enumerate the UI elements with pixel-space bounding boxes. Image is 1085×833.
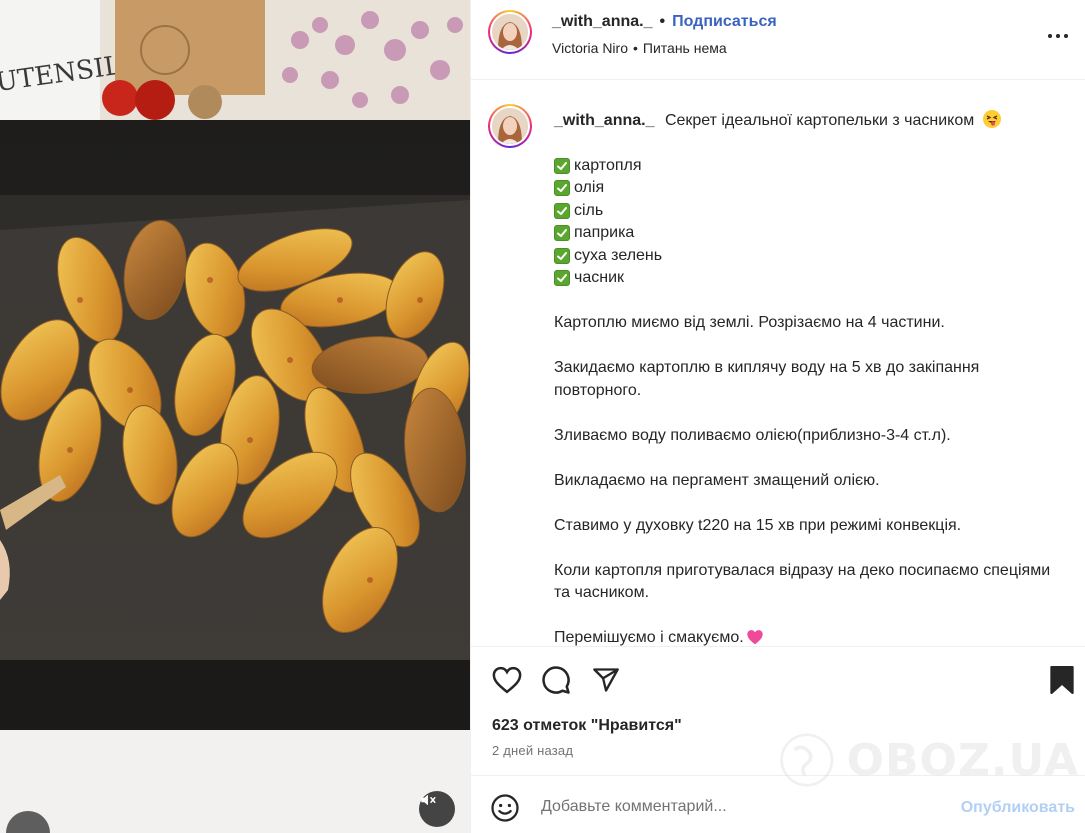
ingredient-label: картопля <box>574 156 642 174</box>
recipe-step: Перемішуємо і смакуємо. <box>554 627 1064 646</box>
heart-icon <box>492 666 522 694</box>
ingredient-item: олія <box>554 177 1064 200</box>
save-button[interactable] <box>1045 663 1079 697</box>
comment-icon <box>542 666 570 694</box>
check-mark-icon <box>554 157 570 174</box>
check-mark-icon <box>554 180 570 197</box>
audio-artist[interactable]: Victoria Niro <box>552 40 628 56</box>
post-header: _with_anna._ • Подписаться Victoria Niro… <box>471 0 1085 80</box>
recipe-steps: Картоплю миємо від землі. Розрізаємо на … <box>554 312 1064 646</box>
ingredient-label: олія <box>574 179 605 196</box>
audio-separator: • <box>633 40 638 56</box>
recipe-step-text: Перемішуємо і смакуємо. <box>554 629 744 646</box>
ingredient-list: картопля олія сіль паприка суха зелень часник <box>554 155 1064 290</box>
caption-text: _with_anna._ Секрет ідеальної картопельк… <box>554 110 1064 646</box>
post-timestamp[interactable]: 2 дней назад <box>492 743 573 758</box>
ingredient-label: часник <box>574 269 625 286</box>
recipe-step-text: Зливаємо воду поливаємо олією(приблизно-… <box>554 426 951 444</box>
emoji-picker-button[interactable] <box>490 793 520 823</box>
publish-button[interactable]: Опубликовать <box>961 799 1075 817</box>
author-avatar[interactable] <box>488 10 532 54</box>
smiley-icon <box>491 794 519 822</box>
ingredient-item: суха зелень <box>554 245 1064 268</box>
comment-button[interactable] <box>539 663 573 697</box>
audio-track[interactable]: Питань нема <box>643 40 727 56</box>
check-mark-icon <box>554 225 570 242</box>
video-frame: UTENSILS <box>0 0 470 833</box>
recipe-step-text: Ставимо у духовку t220 на 15 хв при режи… <box>554 516 962 534</box>
recipe-step-text: Картоплю миємо від землі. Розрізаємо на … <box>554 314 945 331</box>
separator-dot: • <box>659 13 666 30</box>
mute-icon <box>421 794 436 806</box>
author-username[interactable]: _with_anna._ <box>552 13 652 31</box>
ingredient-label: сіль <box>574 201 604 219</box>
recipe-step-text: Викладаємо на пергамент змащений олією. <box>554 471 880 489</box>
post-video[interactable]: UTENSILS <box>0 0 470 833</box>
more-dot-icon <box>1064 34 1068 38</box>
ingredient-label: суха зелень <box>574 246 663 264</box>
caption-headline-line: _with_anna._ Секрет ідеальної картопельк… <box>554 110 1064 133</box>
caption-area: _with_anna._ Секрет ідеальної картопельк… <box>471 80 1085 646</box>
more-options-button[interactable] <box>1044 22 1072 50</box>
pink-heart-icon <box>746 629 764 646</box>
caption-avatar[interactable] <box>488 104 532 148</box>
like-button[interactable] <box>490 663 524 697</box>
recipe-step-text: Закидаємо картоплю в киплячу воду на 5 х… <box>554 359 980 399</box>
recipe-step: Зливаємо воду поливаємо олією(приблизно-… <box>554 425 1064 448</box>
comment-input[interactable] <box>541 796 921 818</box>
recipe-step: Ставимо у духовку t220 на 15 хв при режи… <box>554 515 1064 538</box>
avatar-photo <box>492 108 528 144</box>
ingredient-item: паприка <box>554 222 1064 245</box>
check-mark-icon <box>554 202 570 219</box>
ingredient-item: сіль <box>554 200 1064 223</box>
recipe-step: Картоплю миємо від землі. Розрізаємо на … <box>554 312 1064 335</box>
likes-count[interactable]: 623 отметок "Нравится" <box>492 717 682 735</box>
ingredient-item: картопля <box>554 155 1064 178</box>
more-dot-icon <box>1048 34 1052 38</box>
follow-button[interactable]: Подписаться <box>672 13 777 31</box>
comment-bar: Опубликовать <box>471 775 1085 833</box>
caption-headline: Секрет ідеальної картопельки з часником <box>664 112 975 129</box>
share-button[interactable] <box>589 663 623 697</box>
ingredient-label: паприка <box>574 224 635 241</box>
post-sidebar: _with_anna._ • Подписаться Victoria Niro… <box>470 0 1085 833</box>
recipe-step: Закидаємо картоплю в киплячу воду на 5 х… <box>554 357 1064 402</box>
recipe-step: Викладаємо на пергамент змащений олією. <box>554 470 1064 493</box>
share-icon <box>593 668 619 692</box>
more-dot-icon <box>1056 34 1060 38</box>
squinting-face-with-tongue-icon <box>982 110 1001 128</box>
mute-button[interactable] <box>419 791 455 827</box>
bookmark-icon <box>1050 666 1074 694</box>
recipe-step-text: Коли картопля приготувалася відразу на д… <box>554 561 1051 602</box>
check-mark-icon <box>554 270 570 287</box>
avatar-photo <box>492 14 528 50</box>
ingredient-item: часник <box>554 267 1064 290</box>
caption-username[interactable]: _with_anna._ <box>554 112 654 129</box>
check-mark-icon <box>554 247 570 264</box>
recipe-step: Коли картопля приготувалася відразу на д… <box>554 560 1064 605</box>
audio-info[interactable]: Victoria Niro • Питань нема <box>552 40 727 56</box>
